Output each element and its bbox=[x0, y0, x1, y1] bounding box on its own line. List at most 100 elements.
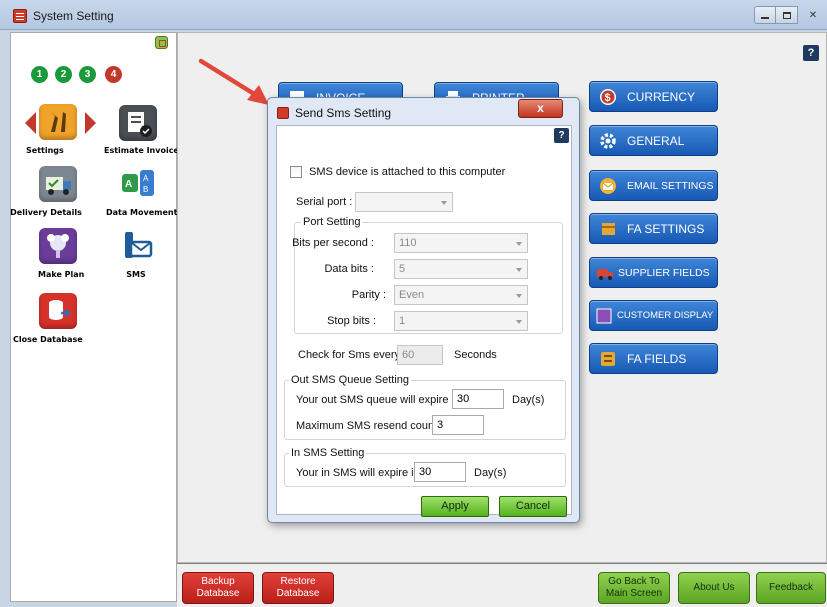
sms-icon bbox=[119, 228, 157, 264]
out-queue-expire-label: Your out SMS queue will expire in bbox=[296, 394, 461, 406]
fa-fields-icon bbox=[599, 350, 617, 368]
sort-ab-glyph: AAB bbox=[122, 170, 154, 196]
step-1-badge[interactable]: 1 bbox=[31, 66, 48, 83]
invoice-glyph bbox=[128, 112, 152, 137]
in-sms-expire-input[interactable]: 30 bbox=[414, 462, 466, 482]
dialog-close-button[interactable]: x bbox=[518, 99, 563, 118]
restore-line-2: Database bbox=[276, 588, 320, 599]
minimize-icon bbox=[761, 17, 769, 19]
serial-port-select[interactable] bbox=[355, 192, 453, 212]
app-icon bbox=[13, 9, 27, 23]
parity-label: Parity : bbox=[351, 289, 386, 301]
dialog-help-icon[interactable]: ? bbox=[554, 128, 569, 143]
send-sms-setting-dialog: Send Sms Setting x ? SMS device is attac… bbox=[267, 97, 580, 523]
email-settings-button[interactable]: EMAIL SETTINGS bbox=[589, 170, 718, 201]
check-every-input[interactable]: 60 bbox=[397, 345, 443, 365]
close-button[interactable]: ✕ bbox=[805, 6, 821, 24]
feedback-button[interactable]: Feedback bbox=[756, 572, 826, 604]
cancel-button[interactable]: Cancel bbox=[499, 496, 567, 517]
tile-label: Make Plan bbox=[38, 270, 85, 279]
sms-device-checkbox[interactable] bbox=[290, 166, 302, 178]
in-sms-expire-label: Your in SMS will expire in bbox=[296, 467, 420, 479]
currency-button[interactable]: $ CURRENCY bbox=[589, 81, 718, 112]
out-queue-expire-input[interactable]: 30 bbox=[452, 389, 504, 409]
sms-device-label: SMS device is attached to this computer bbox=[309, 166, 506, 178]
dialog-app-icon bbox=[277, 107, 289, 119]
dollar-icon: $ bbox=[599, 88, 617, 106]
stop-bits-label: Stop bits : bbox=[327, 315, 376, 327]
serial-port-label: Serial port : bbox=[296, 196, 353, 208]
wrench-icon bbox=[39, 104, 77, 140]
backup-label: Backup Database bbox=[197, 576, 240, 600]
step-4-badge[interactable]: 4 bbox=[105, 66, 122, 83]
truck-glyph bbox=[46, 177, 71, 195]
fa-fields-button[interactable]: FA FIELDS bbox=[589, 343, 718, 374]
in-sms-days-label: Day(s) bbox=[474, 467, 507, 479]
about-us-label: About Us bbox=[693, 582, 735, 593]
window-titlebar: System Setting ✕ bbox=[0, 0, 827, 30]
data-bits-select[interactable]: 5 bbox=[394, 259, 528, 279]
fa-settings-button[interactable]: FA SETTINGS bbox=[589, 213, 718, 244]
maximize-icon bbox=[782, 11, 791, 19]
tile-label: Close Database bbox=[13, 335, 83, 344]
step-3-badge[interactable]: 3 bbox=[79, 66, 96, 83]
restore-label: Restore Database bbox=[277, 576, 320, 600]
gear-icon bbox=[599, 132, 617, 150]
restore-database-button[interactable]: Restore Database bbox=[262, 572, 334, 604]
chevron-down-icon bbox=[516, 320, 522, 324]
go-back-line-2: Main Screen bbox=[605, 588, 663, 599]
help-icon[interactable]: ? bbox=[803, 45, 819, 61]
email-icon bbox=[599, 177, 617, 195]
maximize-button[interactable] bbox=[776, 6, 798, 24]
database-glyph bbox=[49, 300, 71, 320]
svg-text:A: A bbox=[125, 179, 132, 190]
tile-label: Estimate Invoice bbox=[104, 146, 179, 155]
display-icon bbox=[595, 307, 613, 325]
about-us-button[interactable]: About Us bbox=[678, 572, 750, 604]
chevron-down-icon bbox=[441, 201, 447, 205]
supplier-fields-button[interactable]: SUPPLIER FIELDS bbox=[589, 257, 718, 288]
bits-per-second-select[interactable]: 110 bbox=[394, 233, 528, 253]
apply-button[interactable]: Apply bbox=[421, 496, 489, 517]
step-2-badge[interactable]: 2 bbox=[55, 66, 72, 83]
next-arrow-icon[interactable] bbox=[85, 112, 96, 134]
resend-count-input[interactable]: 3 bbox=[432, 415, 484, 435]
data-bits-value: 5 bbox=[399, 263, 406, 275]
dollar-glyph: $ bbox=[600, 88, 616, 105]
email-settings-label: EMAIL SETTINGS bbox=[627, 179, 714, 192]
truck-icon bbox=[39, 166, 77, 202]
dialog-titlebar: Send Sms Setting x bbox=[268, 98, 579, 124]
chevron-down-icon bbox=[516, 268, 522, 272]
customer-display-button[interactable]: CUSTOMER DISPLAY bbox=[589, 300, 718, 331]
supplier-truck-icon bbox=[596, 264, 614, 282]
gear-glyph bbox=[600, 132, 616, 149]
parity-select[interactable]: Even bbox=[394, 285, 528, 305]
wrench-glyph bbox=[51, 112, 66, 132]
supplier-truck-glyph bbox=[597, 268, 613, 280]
out-queue-days-label: Day(s) bbox=[512, 394, 545, 406]
backup-line-1: Backup bbox=[201, 576, 235, 587]
check-every-label: Check for Sms every bbox=[298, 349, 401, 361]
restore-window-icon[interactable] bbox=[155, 36, 168, 49]
stop-bits-select[interactable]: 1 bbox=[394, 311, 528, 331]
previous-arrow-icon[interactable] bbox=[25, 112, 36, 134]
minimize-button[interactable] bbox=[754, 6, 776, 24]
tile-label: Data Movement bbox=[106, 208, 178, 217]
plan-glyph bbox=[47, 234, 69, 258]
customer-display-label: CUSTOMER DISPLAY bbox=[617, 310, 714, 321]
fa-settings-icon bbox=[599, 220, 617, 238]
chevron-down-icon bbox=[516, 242, 522, 246]
tile-label: Delivery Details bbox=[10, 208, 82, 217]
general-button[interactable]: GENERAL bbox=[589, 125, 718, 156]
backup-database-button[interactable]: Backup Database bbox=[182, 572, 254, 604]
invoice-icon bbox=[119, 105, 157, 141]
dialog-title: Send Sms Setting bbox=[295, 106, 392, 120]
fa-settings-glyph bbox=[602, 222, 615, 235]
chevron-down-icon bbox=[516, 294, 522, 298]
fa-fields-label: FA FIELDS bbox=[627, 351, 687, 366]
go-back-main-screen-button[interactable]: Go Back To Main Screen bbox=[598, 572, 670, 604]
feedback-label: Feedback bbox=[769, 582, 813, 593]
resend-count-label: Maximum SMS resend count bbox=[296, 420, 438, 432]
data-bits-label: Data bits : bbox=[324, 263, 374, 275]
stop-bits-value: 1 bbox=[399, 315, 406, 327]
